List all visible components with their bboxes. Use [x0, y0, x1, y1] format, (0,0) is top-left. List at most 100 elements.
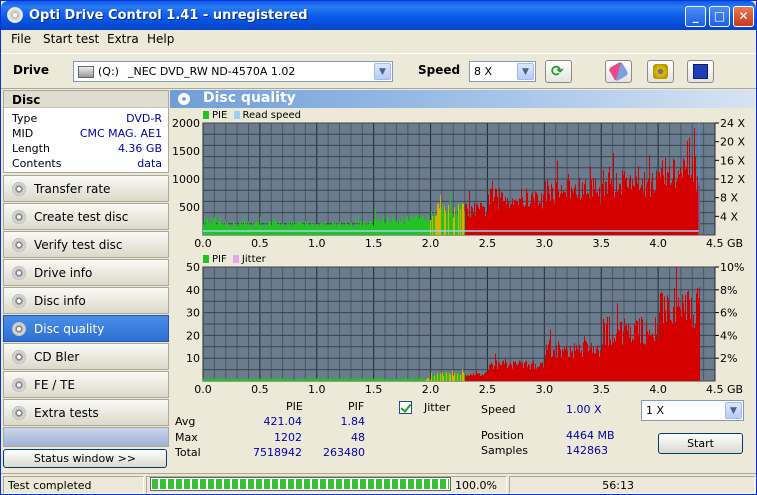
data-bar: [648, 334, 649, 381]
data-bar: [334, 378, 335, 381]
nav-create-test-disc[interactable]: Create test disc: [3, 203, 169, 230]
data-bar: [379, 378, 380, 381]
start-button[interactable]: Start: [658, 433, 743, 454]
data-bar: [653, 337, 654, 381]
data-bar: [203, 378, 204, 381]
data-bar: [311, 378, 312, 381]
nav-cd-bler[interactable]: CD Bler: [3, 343, 169, 370]
data-bar: [431, 372, 432, 381]
data-bar: [216, 378, 217, 381]
data-bar: [603, 318, 604, 381]
data-bar: [557, 357, 558, 381]
nav-drive-info[interactable]: Drive info: [3, 259, 169, 286]
data-bar: [361, 378, 362, 381]
chevron-down-icon[interactable]: ▼: [517, 63, 534, 80]
data-bar: [415, 379, 416, 381]
data-bar: [566, 345, 567, 381]
data-bar: [555, 357, 556, 381]
data-bar: [592, 352, 593, 381]
data-bar: [323, 378, 324, 381]
nav-fe-te[interactable]: FE / TE: [3, 371, 169, 398]
data-bar: [651, 336, 652, 381]
data-bar: [266, 378, 267, 381]
data-bar: [329, 378, 330, 381]
data-bar: [473, 372, 474, 381]
data-bar: [461, 374, 462, 381]
data-bar: [512, 368, 513, 381]
data-bar: [270, 378, 271, 381]
menu-extra[interactable]: Extra: [107, 32, 139, 46]
data-bar: [683, 303, 684, 381]
data-bar: [405, 378, 406, 381]
data-bar: [693, 314, 694, 381]
disc-icon: [12, 294, 26, 308]
menu-file[interactable]: File: [11, 32, 31, 46]
stat-total-pie: 7518942: [253, 446, 302, 459]
data-bar: [573, 358, 574, 381]
menu-start-test[interactable]: Start test: [43, 32, 99, 46]
data-bar: [299, 378, 300, 381]
chevron-down-icon[interactable]: ▼: [725, 402, 742, 419]
data-bar: [611, 345, 612, 381]
title-bar[interactable]: Opti Drive Control 1.41 - unregistered _…: [1, 1, 756, 30]
data-bar: [313, 378, 314, 381]
data-bar: [497, 369, 498, 381]
data-bar: [413, 378, 414, 381]
data-bar: [480, 376, 481, 381]
settings-button[interactable]: [647, 60, 674, 83]
y-tick-label: 10: [186, 352, 200, 365]
save-button[interactable]: [687, 60, 714, 83]
data-bar: [442, 372, 443, 381]
data-bar: [471, 374, 472, 381]
data-bar: [242, 379, 243, 381]
data-bar: [583, 342, 584, 381]
status-window-button[interactable]: Status window >>: [3, 449, 167, 468]
data-bar: [286, 378, 287, 381]
data-bar: [281, 378, 282, 381]
data-bar: [209, 379, 210, 381]
minimize-button[interactable]: _: [685, 6, 706, 27]
chevron-down-icon[interactable]: ▼: [374, 63, 391, 80]
nav-disc-quality[interactable]: Disc quality: [3, 315, 169, 342]
main-window: Opti Drive Control 1.41 - unregistered _…: [0, 0, 757, 495]
stat-max-pie: 1202: [274, 431, 302, 444]
data-bar: [432, 375, 433, 381]
data-bar: [668, 298, 669, 381]
data-bar: [488, 369, 489, 381]
jitter-checkbox[interactable]: [399, 401, 412, 414]
data-bar: [336, 378, 337, 381]
data-bar: [490, 364, 491, 381]
menu-help[interactable]: Help: [147, 32, 174, 46]
speed-select[interactable]: 8 X ▼: [469, 61, 536, 82]
y-tick-label: 50: [186, 261, 200, 274]
data-bar: [596, 348, 597, 381]
nav-verify-test-disc[interactable]: Verify test disc: [3, 231, 169, 258]
data-bar: [309, 379, 310, 381]
data-bar: [452, 369, 453, 381]
data-bar: [685, 295, 686, 381]
data-bar: [296, 378, 297, 381]
data-bar: [255, 379, 256, 381]
data-bar: [586, 341, 587, 381]
maximize-button[interactable]: □: [709, 6, 730, 27]
erase-button[interactable]: [605, 60, 632, 83]
close-button[interactable]: ✕: [733, 6, 754, 27]
data-bar: [229, 378, 230, 381]
nav-disc-info[interactable]: Disc info: [3, 287, 169, 314]
refresh-button[interactable]: ⟳: [545, 60, 572, 83]
nav-extra-tests[interactable]: Extra tests: [3, 399, 169, 426]
data-bar: [682, 294, 683, 381]
data-bar: [434, 375, 435, 381]
data-bar: [505, 357, 506, 381]
nav-transfer-rate[interactable]: Transfer rate: [3, 175, 169, 202]
y-tick-label: 40: [186, 284, 200, 297]
drive-select[interactable]: (Q:) _NEC DVD_RW ND-4570A 1.02 ▼: [73, 61, 393, 82]
data-bar: [363, 378, 364, 381]
data-bar: [348, 379, 349, 381]
data-bar: [327, 378, 328, 381]
data-bar: [511, 364, 512, 381]
test-speed-select[interactable]: 1 X ▼: [641, 400, 744, 421]
stat-total-label: Total: [175, 446, 201, 459]
data-bar: [322, 379, 323, 381]
data-bar: [633, 340, 634, 381]
